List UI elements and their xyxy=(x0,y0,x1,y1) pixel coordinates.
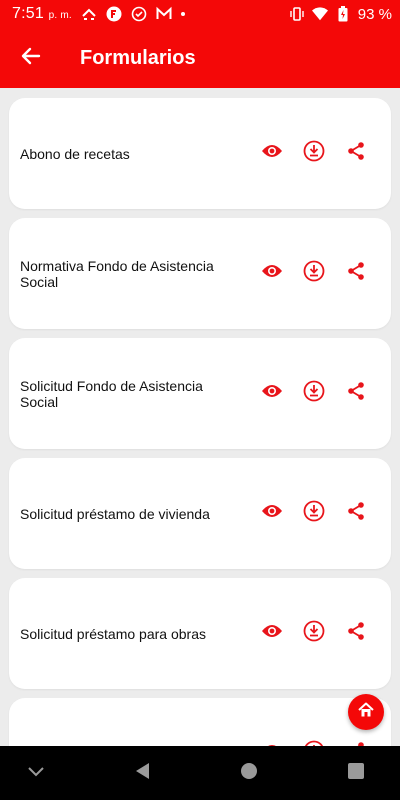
vibrate-icon xyxy=(289,6,305,22)
status-time-suffix: p. m. xyxy=(48,10,72,21)
system-nav-bar xyxy=(0,746,400,800)
chevron-down-icon xyxy=(28,764,44,782)
home-icon xyxy=(357,701,375,724)
arrow-back-icon xyxy=(21,46,41,71)
battery-icon xyxy=(335,6,351,22)
check-circle-icon xyxy=(131,6,147,22)
recents-square-icon xyxy=(347,762,364,784)
eye-icon xyxy=(261,264,283,283)
battery-percent: 93 % xyxy=(357,5,392,23)
share-button[interactable] xyxy=(335,134,377,174)
form-title: Solicitud préstamo para obras xyxy=(20,625,206,642)
download-button[interactable] xyxy=(293,614,335,654)
missed-call-icon xyxy=(81,6,97,22)
share-icon xyxy=(346,621,366,646)
nav-home-button[interactable] xyxy=(227,751,271,795)
share-icon xyxy=(346,501,366,526)
view-button[interactable] xyxy=(251,614,293,654)
list-item[interactable]: Solicitud préstamo de vivienda xyxy=(9,458,391,569)
page-title: Formularios xyxy=(80,46,196,69)
download-button[interactable] xyxy=(293,374,335,414)
list-item[interactable]: Solicitud Fondo de Asistencia Social xyxy=(9,338,391,449)
f-app-icon xyxy=(106,6,122,22)
download-icon xyxy=(303,620,325,647)
back-triangle-icon xyxy=(134,762,152,785)
share-button[interactable] xyxy=(335,254,377,294)
view-button[interactable] xyxy=(251,254,293,294)
eye-icon xyxy=(261,384,283,403)
form-title: Solicitud Fondo de Asistencia Social xyxy=(20,377,203,410)
home-fab-button[interactable] xyxy=(348,694,384,730)
nav-recents-button[interactable] xyxy=(334,751,378,795)
form-title: Solicitud préstamo de vivienda xyxy=(20,505,210,522)
download-icon xyxy=(303,140,325,167)
status-time: 7:51 p. m. xyxy=(12,5,72,22)
view-button[interactable] xyxy=(251,134,293,174)
share-button[interactable] xyxy=(335,374,377,414)
status-bar: 7:51 p. m. 93 % xyxy=(0,0,400,28)
gmail-icon xyxy=(156,6,172,22)
download-icon xyxy=(303,500,325,527)
back-button[interactable] xyxy=(0,28,62,88)
share-icon xyxy=(346,141,366,166)
view-button[interactable] xyxy=(251,494,293,534)
form-title: Abono de recetas xyxy=(20,145,130,162)
nav-collapse-button[interactable] xyxy=(14,751,58,795)
notification-dot-icon xyxy=(180,12,185,16)
home-circle-icon xyxy=(240,762,258,785)
list-item[interactable]: Solicitud préstamo para obras xyxy=(9,578,391,689)
eye-icon xyxy=(261,504,283,523)
share-button[interactable] xyxy=(335,494,377,534)
form-title: Normativa Fondo de Asistencia Social xyxy=(20,257,214,290)
eye-icon xyxy=(261,624,283,643)
share-icon xyxy=(346,381,366,406)
list-item[interactable]: Normativa Fondo de Asistencia Social xyxy=(9,218,391,329)
download-button[interactable] xyxy=(293,134,335,174)
forms-list: Abono de recetas Normativa Fondo de Asis… xyxy=(9,98,391,800)
download-icon xyxy=(303,260,325,287)
download-icon xyxy=(303,380,325,407)
share-icon xyxy=(346,261,366,286)
eye-icon xyxy=(261,144,283,163)
download-button[interactable] xyxy=(293,254,335,294)
download-button[interactable] xyxy=(293,494,335,534)
app-bar: Formularios xyxy=(0,28,400,88)
list-item[interactable]: Abono de recetas xyxy=(9,98,391,209)
view-button[interactable] xyxy=(251,374,293,414)
share-button[interactable] xyxy=(335,614,377,654)
wifi-icon xyxy=(311,6,328,22)
nav-back-button[interactable] xyxy=(121,751,165,795)
